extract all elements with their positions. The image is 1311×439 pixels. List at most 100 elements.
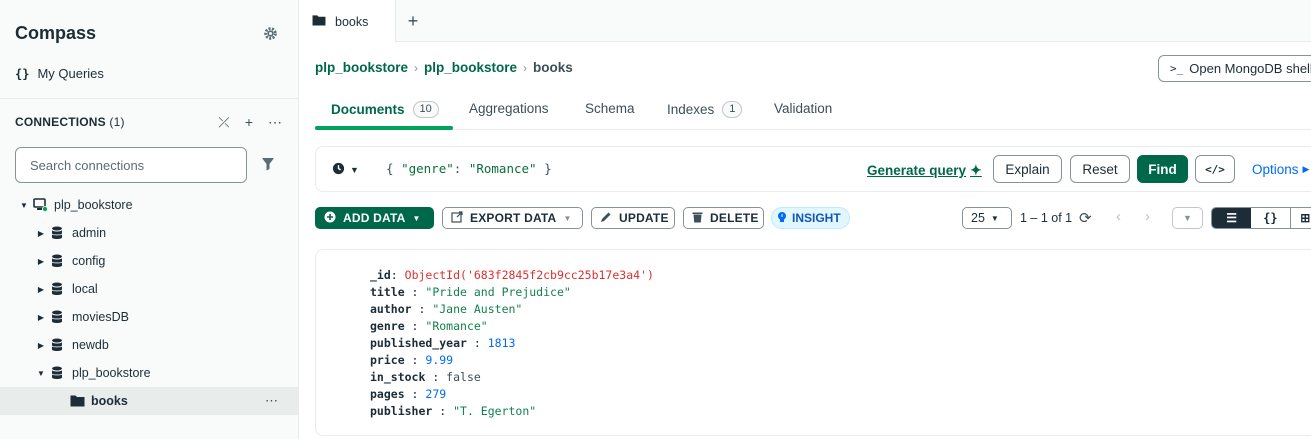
caret-right-icon[interactable]: ▶ xyxy=(36,229,46,238)
insight-badge[interactable]: INSIGHT xyxy=(771,207,850,229)
page-size-select[interactable]: 25 ▼ xyxy=(962,207,1012,229)
query-open-brace: { xyxy=(386,161,394,176)
export-data-label: EXPORT DATA xyxy=(470,211,557,225)
code-view-icon[interactable]: </> xyxy=(1195,155,1235,183)
caret-down-icon: ▼ xyxy=(563,213,572,223)
document-field: in_stock : false xyxy=(370,370,481,384)
collection-more-icon[interactable]: ⋯ xyxy=(265,393,279,409)
tree-item-label: config xyxy=(72,254,106,268)
document-field: price : 9.99 xyxy=(370,353,454,367)
new-tab-plus-icon[interactable]: + xyxy=(405,11,421,32)
documents-count-badge: 10 xyxy=(412,101,439,118)
folder-icon xyxy=(70,394,85,408)
database-icon xyxy=(51,226,65,240)
caret-right-icon[interactable]: ▶ xyxy=(36,285,46,294)
tree-item-label: moviesDB xyxy=(72,310,129,324)
document-field: _id: ObjectId('683f2845f2cb9cc25b17e3a4'… xyxy=(370,268,654,282)
output-options-select[interactable]: ▼ xyxy=(1172,207,1203,229)
settings-gear-icon[interactable] xyxy=(262,26,278,42)
tree-collection-books[interactable]: books ⋯ xyxy=(0,387,299,415)
breadcrumb-database[interactable]: plp_bookstore xyxy=(424,60,517,75)
sidebar-divider xyxy=(0,98,299,99)
field-value: ObjectId('683f2845f2cb9cc25b17e3a4') xyxy=(404,268,654,282)
tree-db-admin[interactable]: ▶ admin xyxy=(0,219,299,247)
lightbulb-icon xyxy=(776,211,788,226)
subtab-documents[interactable]: Documents 10 xyxy=(331,101,439,118)
document-field: genre : "Romance" xyxy=(370,319,488,333)
open-shell-button[interactable]: >_ Open MongoDB shell xyxy=(1158,55,1311,82)
caret-down-icon[interactable]: ▼ xyxy=(19,201,29,210)
caret-right-icon[interactable]: ▶ xyxy=(36,313,46,322)
tree-connection-plp-bookstore[interactable]: ▼ plp_bookstore xyxy=(0,191,299,219)
query-history-button[interactable]: ▼ xyxy=(332,162,359,178)
next-page-icon[interactable]: › xyxy=(1145,208,1150,225)
query-filter-input[interactable]: { "genre": "Romance" } xyxy=(386,161,552,176)
reset-button[interactable]: Reset xyxy=(1070,155,1130,183)
field-value: "Jane Austen" xyxy=(432,302,523,316)
field-key: title xyxy=(370,285,405,299)
tree-db-plp-bookstore[interactable]: ▼ plp_bookstore xyxy=(0,359,299,387)
tree-db-newdb[interactable]: ▶ newdb xyxy=(0,331,299,359)
delete-button[interactable]: DELETE xyxy=(683,207,764,229)
field-key: in_stock xyxy=(370,370,426,384)
trash-icon xyxy=(692,211,703,226)
generate-query-link[interactable]: Generate query ✦ xyxy=(867,162,982,179)
my-queries-item[interactable]: {} My Queries xyxy=(15,66,104,81)
export-data-button[interactable]: EXPORT DATA ▼ xyxy=(442,207,583,229)
tree-item-label: local xyxy=(72,282,98,296)
subtab-label: Indexes xyxy=(667,102,715,117)
indexes-count-badge: 1 xyxy=(722,101,743,118)
my-queries-label: My Queries xyxy=(37,66,104,81)
database-icon xyxy=(51,310,65,324)
tree-db-local[interactable]: ▶ local xyxy=(0,275,299,303)
refresh-icon[interactable]: ⟳ xyxy=(1079,209,1092,227)
connections-actions: ⤫ + ⋯ xyxy=(218,114,282,130)
update-button[interactable]: UPDATE xyxy=(591,207,675,229)
caret-right-icon[interactable]: ▶ xyxy=(36,341,46,350)
sparkle-icon: ✦ xyxy=(970,162,982,178)
add-data-label: ADD DATA xyxy=(343,211,406,225)
sidebar: Compass {} My Queries CONNECTIONS (1) ⤫ … xyxy=(0,0,299,439)
open-shell-label: Open MongoDB shell xyxy=(1189,61,1311,76)
caret-down-icon[interactable]: ▼ xyxy=(36,369,46,378)
tree-db-moviesdb[interactable]: ▶ moviesDB xyxy=(0,303,299,331)
filter-icon[interactable] xyxy=(261,157,275,171)
field-key: genre xyxy=(370,319,405,333)
search-connections-input[interactable] xyxy=(30,157,230,173)
options-toggle[interactable]: Options ▶ xyxy=(1252,162,1309,177)
add-connection-icon[interactable]: + xyxy=(243,114,255,130)
tab-books[interactable]: books xyxy=(299,0,396,43)
json-view-icon[interactable]: {} xyxy=(1251,208,1291,228)
prev-page-icon[interactable]: ‹ xyxy=(1116,208,1121,225)
add-data-button[interactable]: ADD DATA ▼ xyxy=(315,207,434,229)
find-button[interactable]: Find xyxy=(1137,155,1188,183)
field-value: "Romance" xyxy=(425,319,488,333)
subtab-aggregations[interactable]: Aggregations xyxy=(469,101,549,116)
subtab-validation[interactable]: Validation xyxy=(774,101,832,116)
subtab-indexes[interactable]: Indexes 1 xyxy=(667,101,743,118)
chevron-right-icon: › xyxy=(523,60,528,75)
list-view-icon[interactable]: ☰ xyxy=(1212,208,1252,228)
search-connections-field[interactable] xyxy=(15,147,247,183)
caret-right-icon[interactable]: ▶ xyxy=(36,257,46,266)
tree-db-config[interactable]: ▶ config xyxy=(0,247,299,275)
document-field: publisher : "T. Egerton" xyxy=(370,404,537,418)
tab-bar: books + xyxy=(299,0,1311,43)
database-icon xyxy=(51,366,65,380)
document-card[interactable]: _id: ObjectId('683f2845f2cb9cc25b17e3a4'… xyxy=(315,249,1311,436)
explain-button[interactable]: Explain xyxy=(993,155,1062,183)
field-key: pages xyxy=(370,387,405,401)
table-view-icon[interactable]: ⊞ xyxy=(1291,208,1311,228)
terminal-icon: >_ xyxy=(1170,62,1184,75)
subtab-label: Validation xyxy=(774,101,833,116)
subtab-label: Schema xyxy=(585,101,635,116)
more-options-icon[interactable]: ⋯ xyxy=(268,114,282,130)
tree-item-label: newdb xyxy=(72,338,109,352)
braces-icon: {} xyxy=(15,66,30,81)
field-key: price xyxy=(370,353,405,367)
collapse-all-icon[interactable]: ⤫ xyxy=(218,114,230,130)
breadcrumb-connection[interactable]: plp_bookstore xyxy=(315,60,408,75)
field-value: 9.99 xyxy=(425,353,454,367)
subtab-schema[interactable]: Schema xyxy=(585,101,635,116)
subtab-label: Documents xyxy=(331,102,405,117)
